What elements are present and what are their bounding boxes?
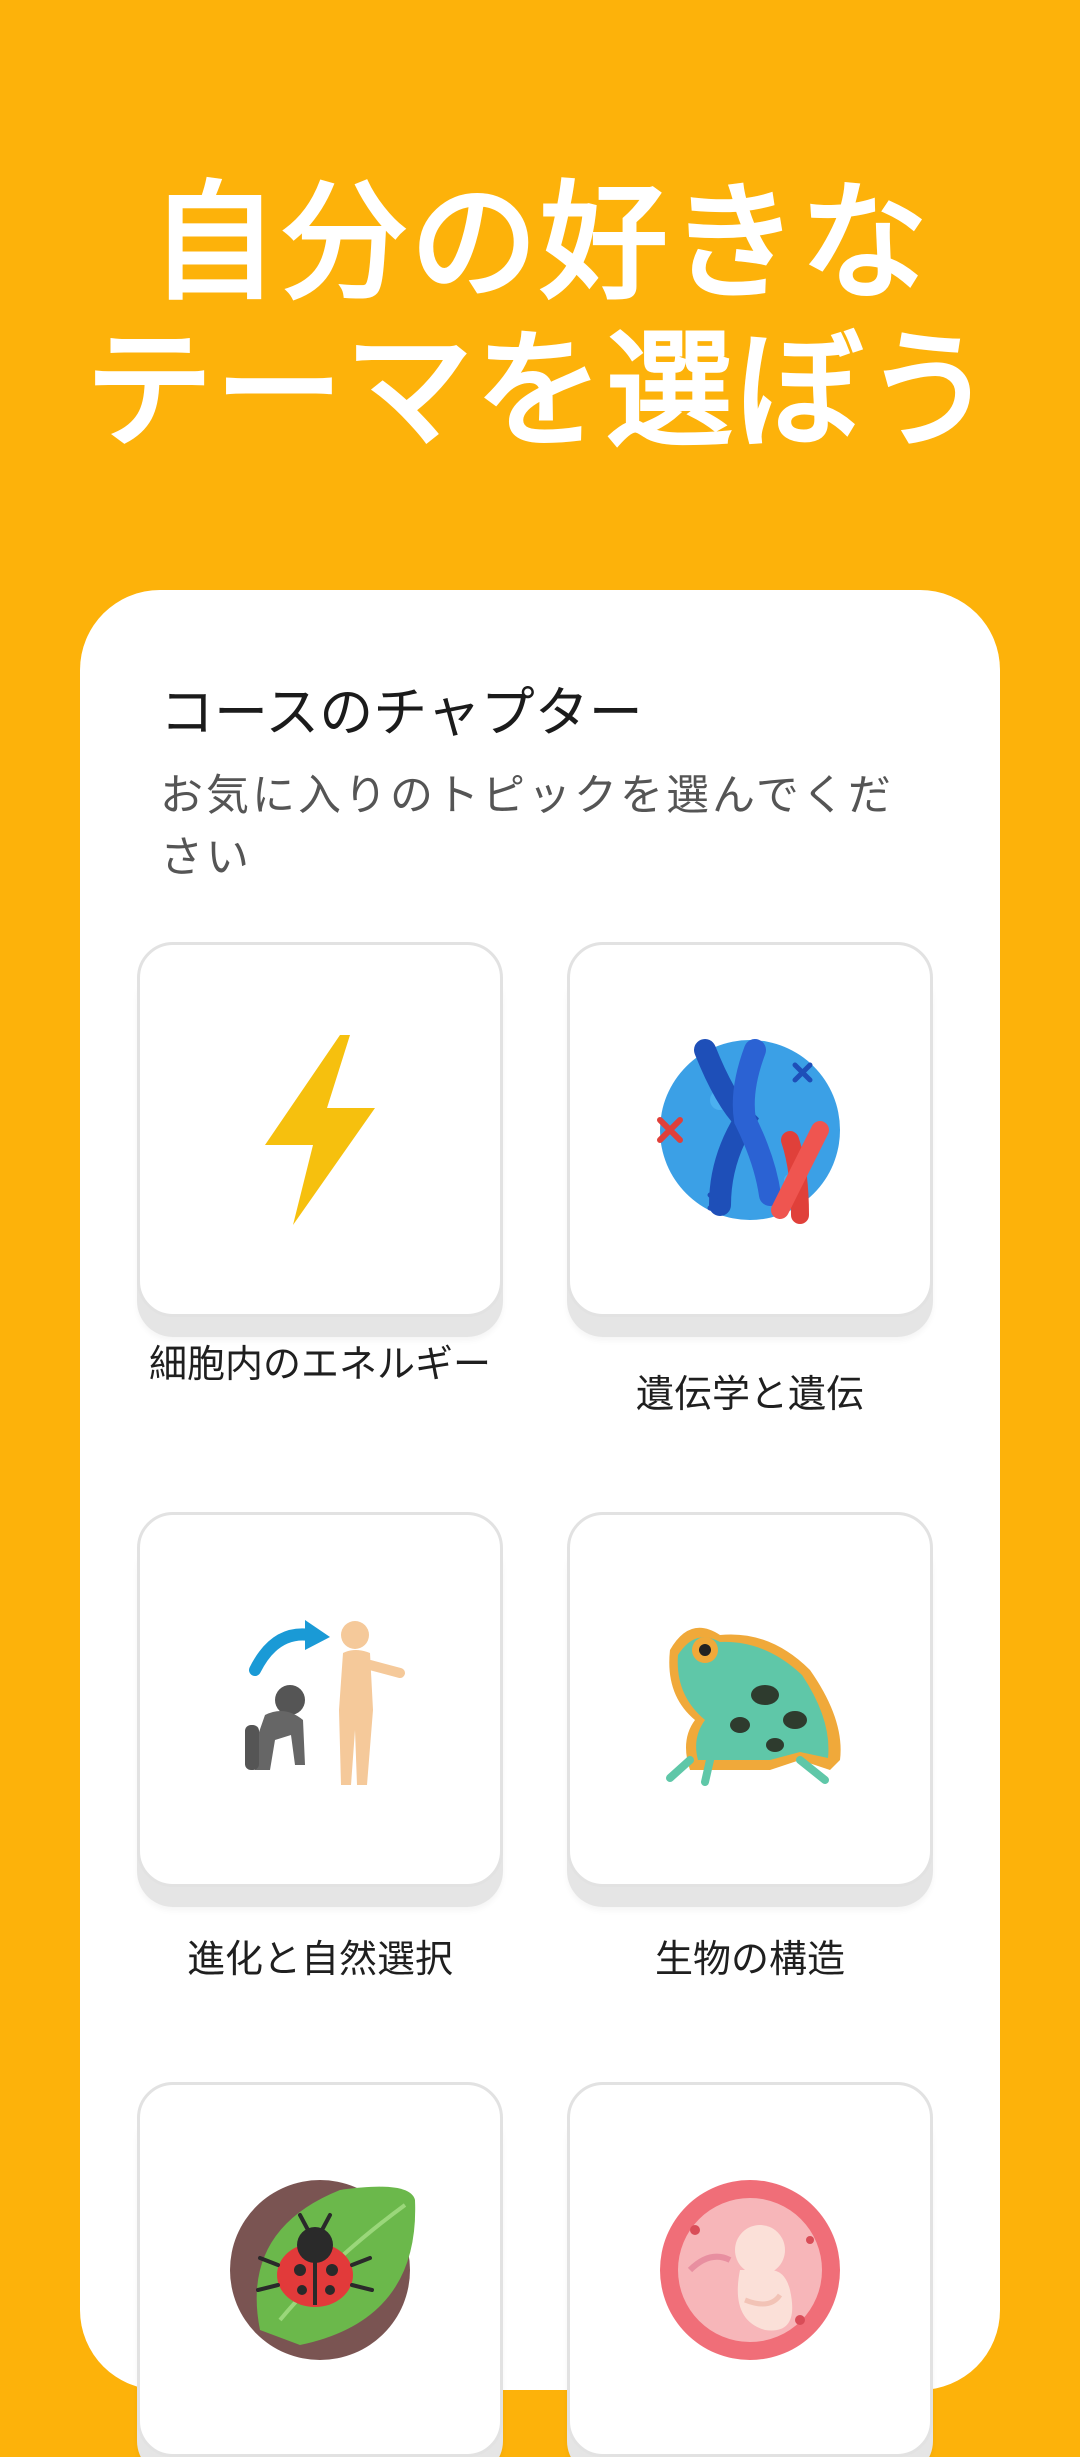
topic-label-genetics[interactable]: 遺伝学と遺伝 <box>540 1365 960 1423</box>
topic-label-structure[interactable]: 生物の構造 <box>540 1930 960 1988</box>
topic-tile-ecology[interactable] <box>137 2082 503 2457</box>
topic-tile-energy[interactable] <box>137 942 503 1317</box>
promo-headline: 自分の好きな テーマを選ぼう <box>0 170 1080 466</box>
topic-label-evolution[interactable]: 進化と自然選択 <box>110 1930 530 1988</box>
embryo-icon <box>660 2179 840 2360</box>
topic-tile-evolution[interactable] <box>137 1512 503 1887</box>
frog-icon <box>666 1627 841 1786</box>
headline-line-1: 自分の好きな <box>149 169 930 318</box>
topic-tile-genetics[interactable] <box>567 942 933 1317</box>
evolution-icon <box>245 1619 405 1785</box>
topic-label-energy[interactable]: 細胞内のエネルギー <box>110 1335 530 1393</box>
card-title: コースのチャプター <box>160 681 643 744</box>
chromosome-icon <box>657 1038 840 1224</box>
topic-tile-structure[interactable] <box>567 1512 933 1887</box>
course-chapters-card: コースのチャプター お気に入りのトピックを選んでください 細胞内のエネルギー 遺… <box>80 590 1000 2457</box>
headline-line-2: テーマを選ぼう <box>84 317 995 466</box>
ladybug-leaf-icon <box>230 2179 416 2360</box>
lightning-icon <box>265 1034 375 1225</box>
topic-tile-development[interactable] <box>567 2082 933 2457</box>
card-subtitle: お気に入りのトピックを選んでください <box>160 771 894 883</box>
